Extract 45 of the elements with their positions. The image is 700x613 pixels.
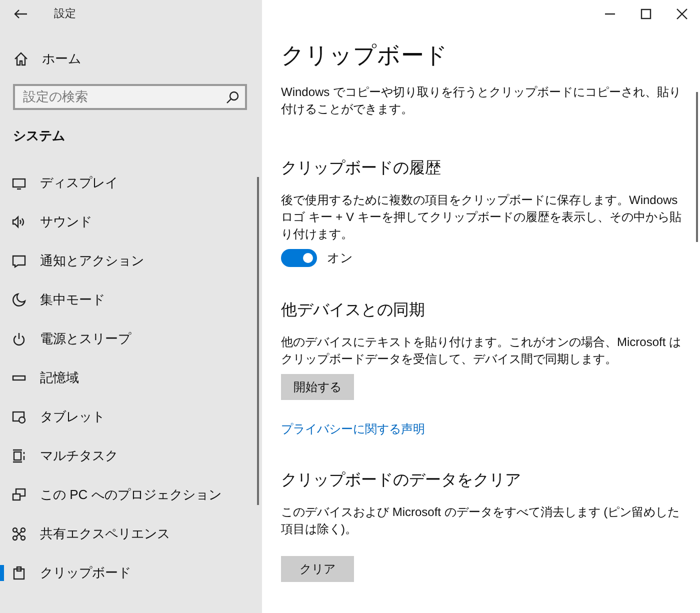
speaker-icon (12, 214, 26, 228)
section-heading: クリップボードのデータをクリア (281, 470, 522, 491)
toggle-label: オン (327, 250, 353, 267)
nav-item[interactable]: マルチタスク (0, 436, 262, 475)
power-icon (12, 332, 26, 346)
nav-item[interactable]: サウンド (0, 202, 262, 241)
display-icon (12, 176, 26, 190)
description: このデバイスおよび Microsoft のデータをすべて消去します (ピン留めした項目は除く)。 (281, 504, 681, 538)
clipboard-icon (12, 566, 26, 580)
section-heading: 他デバイスとの同期 (281, 300, 426, 321)
maximize-icon (640, 8, 652, 20)
projection-icon (12, 488, 26, 502)
toggle-switch[interactable] (281, 249, 317, 268)
moon-icon (12, 292, 26, 306)
search-icon (226, 90, 239, 104)
home-link[interactable]: ホーム (14, 49, 81, 68)
nav-item[interactable]: ディスプレイ (0, 163, 262, 202)
scrollbar[interactable] (257, 177, 259, 505)
home-icon (14, 52, 28, 66)
page-title: クリップボード (281, 41, 449, 70)
nav-item[interactable]: 集中モード (0, 280, 262, 319)
action-button[interactable]: クリア (281, 556, 354, 582)
window-title: 設定 (54, 6, 76, 22)
nav-item[interactable]: 通知とアクション (0, 241, 262, 280)
multitask-icon (12, 448, 26, 462)
tablet-icon (12, 410, 26, 424)
nav-item[interactable]: 記憶域 (0, 358, 262, 397)
close-icon (676, 8, 688, 20)
nav-item[interactable]: 電源とスリープ (0, 319, 262, 358)
nav-item[interactable]: タブレット (0, 397, 262, 436)
privacy-link[interactable]: プライバシーに関する声明 (281, 420, 425, 438)
selection-indicator (0, 565, 4, 581)
nav-item[interactable]: 共有エクスペリエンス (0, 514, 262, 553)
description: 他のデバイスにテキストを貼り付けます。これがオンの場合、Microsoft はクリップボードデータを受信して、デバイス間で同期します。 (281, 334, 682, 368)
action-button[interactable]: 開始する (281, 374, 354, 400)
section-heading: システム (13, 126, 66, 144)
description: Windows でコピーや切り取りを行うとクリップボードにコピーされ、貼り付けることができます。 (281, 84, 682, 118)
section-heading: クリップボードの履歴 (281, 158, 442, 179)
share-icon (12, 526, 26, 540)
description: 後で使用するために複数の項目をクリップボードに保存します。Windows ロゴ キー + V キーを押してクリップボードの履歴を表示し、その中から貼り付けます。 (281, 192, 682, 243)
nav-item[interactable]: この PC へのプロジェクション (0, 475, 262, 514)
back-arrow-icon (12, 8, 28, 20)
search-field[interactable]: 設定の検索 (13, 84, 247, 110)
scrollbar[interactable] (696, 92, 698, 242)
message-icon (12, 254, 26, 268)
